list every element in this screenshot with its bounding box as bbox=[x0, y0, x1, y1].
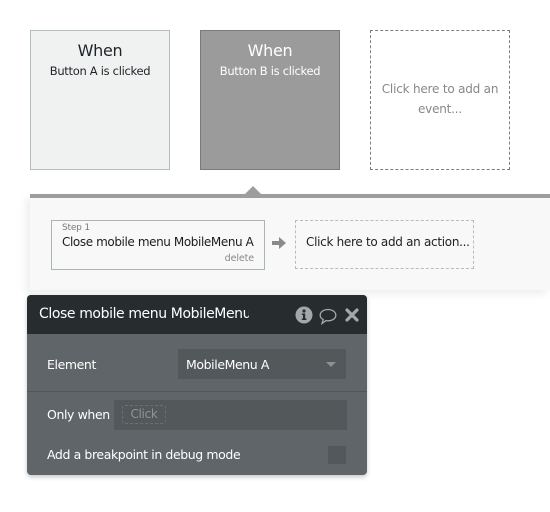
breakpoint-checkbox[interactable] bbox=[328, 446, 346, 464]
event-card-button-a[interactable]: When Button A is clicked bbox=[30, 30, 170, 170]
close-icon[interactable] bbox=[345, 308, 359, 322]
breakpoint-label: Add a breakpoint in debug mode bbox=[47, 447, 241, 462]
element-label: Element bbox=[47, 357, 96, 372]
event-trigger-label: Button A is clicked bbox=[49, 64, 151, 78]
editor-title: Close mobile menu MobileMenu A bbox=[39, 306, 249, 322]
action-step-card[interactable]: Step 1 Close mobile menu MobileMenu A de… bbox=[51, 220, 265, 270]
step-title: Close mobile menu MobileMenu A bbox=[62, 235, 254, 249]
comment-icon[interactable] bbox=[319, 307, 337, 325]
workflow-actions-panel: Step 1 Close mobile menu MobileMenu A de… bbox=[30, 194, 550, 290]
event-when-label: When bbox=[77, 41, 123, 60]
only-when-condition-input[interactable]: Click bbox=[114, 400, 347, 430]
step-number-label: Step 1 bbox=[62, 223, 90, 233]
event-when-label: When bbox=[247, 41, 293, 60]
action-editor-panel: Close mobile menu MobileMenu A Element M… bbox=[27, 295, 367, 475]
delete-step-link[interactable]: delete bbox=[225, 253, 254, 264]
editor-header: Close mobile menu MobileMenu A bbox=[27, 295, 367, 334]
selected-event-pointer bbox=[245, 186, 261, 194]
add-event-button[interactable]: Click here to add an event... bbox=[370, 30, 510, 170]
arrow-right-icon bbox=[272, 237, 286, 249]
element-dropdown[interactable]: MobileMenu A bbox=[178, 349, 346, 379]
section-divider bbox=[27, 391, 367, 392]
element-dropdown-value: MobileMenu A bbox=[186, 357, 270, 372]
event-card-button-b[interactable]: When Button B is clicked bbox=[200, 30, 340, 170]
chevron-down-icon bbox=[326, 362, 336, 367]
add-action-button[interactable]: Click here to add an action... bbox=[295, 220, 474, 269]
add-event-label: Click here to add an event... bbox=[381, 82, 499, 116]
info-icon[interactable] bbox=[295, 306, 313, 324]
only-when-label: Only when bbox=[47, 407, 110, 422]
event-trigger-label: Button B is clicked bbox=[219, 64, 321, 78]
only-when-placeholder[interactable]: Click bbox=[122, 405, 166, 424]
